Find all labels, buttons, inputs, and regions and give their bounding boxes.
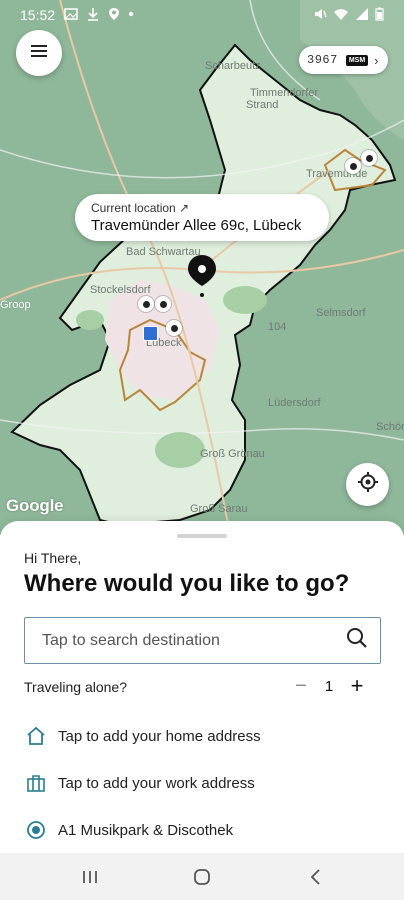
decrement-button[interactable]: − [290, 675, 312, 698]
system-nav-bar [0, 853, 404, 900]
search-icon[interactable] [346, 627, 368, 654]
map-label: Strand [246, 99, 279, 111]
map-label: Groß Grönau [200, 448, 265, 460]
location-icon [108, 7, 120, 24]
recenter-button[interactable] [346, 463, 389, 506]
search-field[interactable] [24, 617, 381, 664]
map-label: Stockelsdorf [90, 284, 151, 296]
recents-button[interactable] [78, 865, 102, 889]
location-pin-icon [186, 254, 218, 298]
image-icon [64, 7, 78, 24]
credits-button[interactable]: 3967 MSM › [299, 46, 388, 74]
current-location-label: Current location ↗ [91, 201, 190, 215]
recent-place-row[interactable]: A1 Musikpark & Discothek [24, 818, 233, 842]
home-button[interactable] [190, 865, 214, 889]
wifi-icon [333, 7, 349, 24]
dot-icon [128, 7, 134, 24]
vehicle-marker[interactable] [361, 150, 377, 166]
current-location-address: Travemünder Allee 69c, Lübeck [91, 217, 302, 234]
map-label: Selmsdorf [316, 307, 366, 319]
map-label: Groop [0, 299, 31, 311]
crosshair-icon [357, 471, 379, 498]
map-label: Timmendorfer [250, 87, 319, 99]
current-location-bubble[interactable]: Current location ↗ Travemünder Allee 69c… [75, 194, 329, 241]
hamburger-icon [30, 44, 48, 63]
increment-button[interactable]: + [346, 673, 368, 699]
passenger-count: 1 [324, 677, 334, 695]
work-address-row[interactable]: Tap to add your work address [24, 771, 255, 795]
work-address-label: Tap to add your work address [58, 774, 255, 792]
google-logo: Google [6, 496, 64, 515]
home-address-label: Tap to add your home address [58, 727, 261, 745]
vehicle-marker[interactable] [345, 158, 361, 174]
search-input[interactable] [40, 630, 346, 651]
battery-icon [375, 7, 384, 24]
credits-value: 3967 [307, 53, 338, 67]
home-address-row[interactable]: Tap to add your home address [24, 724, 261, 748]
chevron-right-icon: › [374, 52, 379, 68]
map-label: Schön [376, 421, 404, 433]
back-button[interactable] [304, 865, 328, 889]
bottom-sheet: Hi There, Where would you like to go? Tr… [0, 521, 404, 853]
map-label: Groß Sarau [190, 503, 248, 515]
vehicle-marker[interactable] [166, 320, 182, 336]
traveling-alone-label: Traveling alone? [24, 679, 127, 695]
vehicle-marker[interactable] [138, 296, 154, 312]
download-icon [86, 7, 100, 24]
sheet-handle[interactable] [177, 534, 227, 538]
mute-icon [313, 7, 327, 24]
map-label: 104 [268, 321, 287, 333]
menu-button[interactable] [16, 30, 62, 76]
home-icon [24, 724, 48, 748]
signal-icon [355, 7, 369, 24]
briefcase-icon [24, 771, 48, 795]
recent-place-label: A1 Musikpark & Discothek [58, 821, 234, 839]
status-time: 15:52 [20, 7, 56, 23]
map-label: Lüdersdorf [268, 397, 321, 409]
credits-badge: MSM [345, 54, 369, 66]
map-label: Scharbeutz [205, 60, 261, 72]
greeting-text: Hi There, [24, 550, 82, 566]
bus-stop-icon [143, 326, 158, 341]
radio-pin-icon [24, 818, 48, 842]
vehicle-marker[interactable] [155, 296, 171, 312]
page-title: Where would you like to go? [24, 570, 350, 597]
passenger-stepper: − 1 + [290, 673, 368, 699]
status-bar: 15:52 [0, 0, 404, 30]
